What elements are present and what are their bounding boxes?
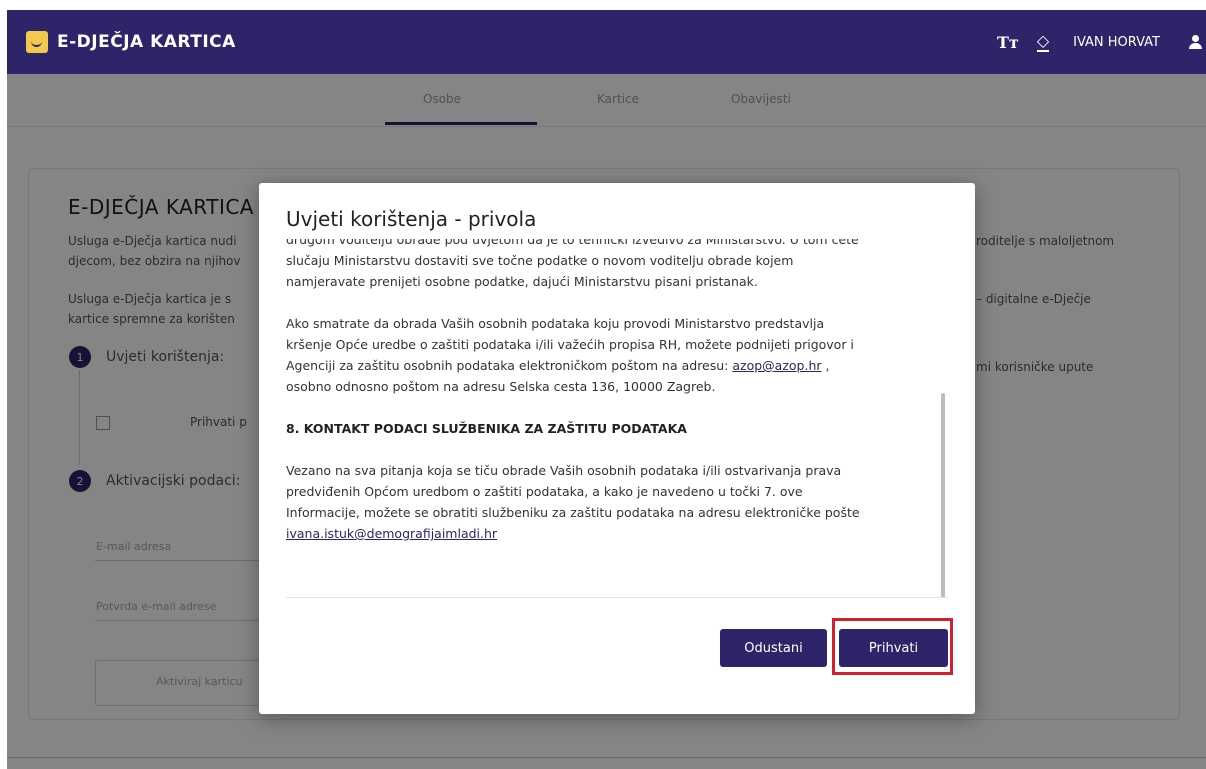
paragraph-line: slučaju Ministarstvu dostaviti sve točne… <box>286 253 794 268</box>
paragraph-line: Informacije, možete se obratiti službeni… <box>286 505 860 520</box>
accept-button-highlight <box>832 618 953 675</box>
azop-email-link[interactable]: azop@azop.hr <box>732 358 821 373</box>
paragraph-line: Ako smatrate da obrada Vaših osobnih pod… <box>286 316 825 331</box>
paragraph-line: namjeravate prenijeti osobne podatke, da… <box>286 274 758 289</box>
paragraph-line: osobno odnosno poštom na adresu Selska c… <box>286 379 716 394</box>
paint-bucket-icon[interactable]: ◇ <box>1036 32 1050 52</box>
paragraph-line: drugom voditelju obrade pod uvjetom da j… <box>286 239 859 247</box>
app-title[interactable]: E-DJEČJA KARTICA <box>57 32 236 52</box>
dpo-email-link[interactable]: ivana.istuk@demografijaimladi.hr <box>286 526 497 541</box>
scrollbar[interactable] <box>941 393 945 598</box>
top-right-actions: Tт ◇ IVAN HORVAT <box>997 10 1206 74</box>
dialog-text: drugom voditelju obrade pod uvjetom da j… <box>286 239 936 544</box>
username[interactable]: IVAN HORVAT <box>1073 35 1160 50</box>
section-heading: 8. KONTAKT PODACI SLUŽBENIKA ZA ZAŠTITU … <box>286 421 687 436</box>
dialog-divider <box>286 597 948 598</box>
paragraph-line: Vezano na sva pitanja koja se tiču obrad… <box>286 463 842 478</box>
paragraph-line: kršenje Opće uredbe o zaštiti podataka i… <box>286 337 854 352</box>
paragraph-line: predviđenih Općom uredbom o zaštiti poda… <box>286 484 803 499</box>
top-bar: E-DJEČJA KARTICA Tт ◇ IVAN HORVAT <box>7 10 1206 74</box>
paragraph-text: , <box>821 358 830 373</box>
paragraph-text: Agenciji za zaštitu osobnih podataka ele… <box>286 358 733 373</box>
dialog-scroll-content[interactable]: drugom voditelju obrade pod uvjetom da j… <box>286 239 936 596</box>
font-size-icon[interactable]: Tт <box>997 33 1019 52</box>
logo-icon[interactable] <box>26 31 48 53</box>
user-icon[interactable] <box>1188 35 1202 49</box>
dialog-title: Uvjeti korištenja - privola <box>286 207 537 231</box>
cancel-button[interactable]: Odustani <box>720 629 827 667</box>
paragraph-line: Agenciji za zaštitu osobnih podataka ele… <box>286 355 936 376</box>
paragraph-line: ivana.istuk@demografijaimladi.hr <box>286 523 936 544</box>
